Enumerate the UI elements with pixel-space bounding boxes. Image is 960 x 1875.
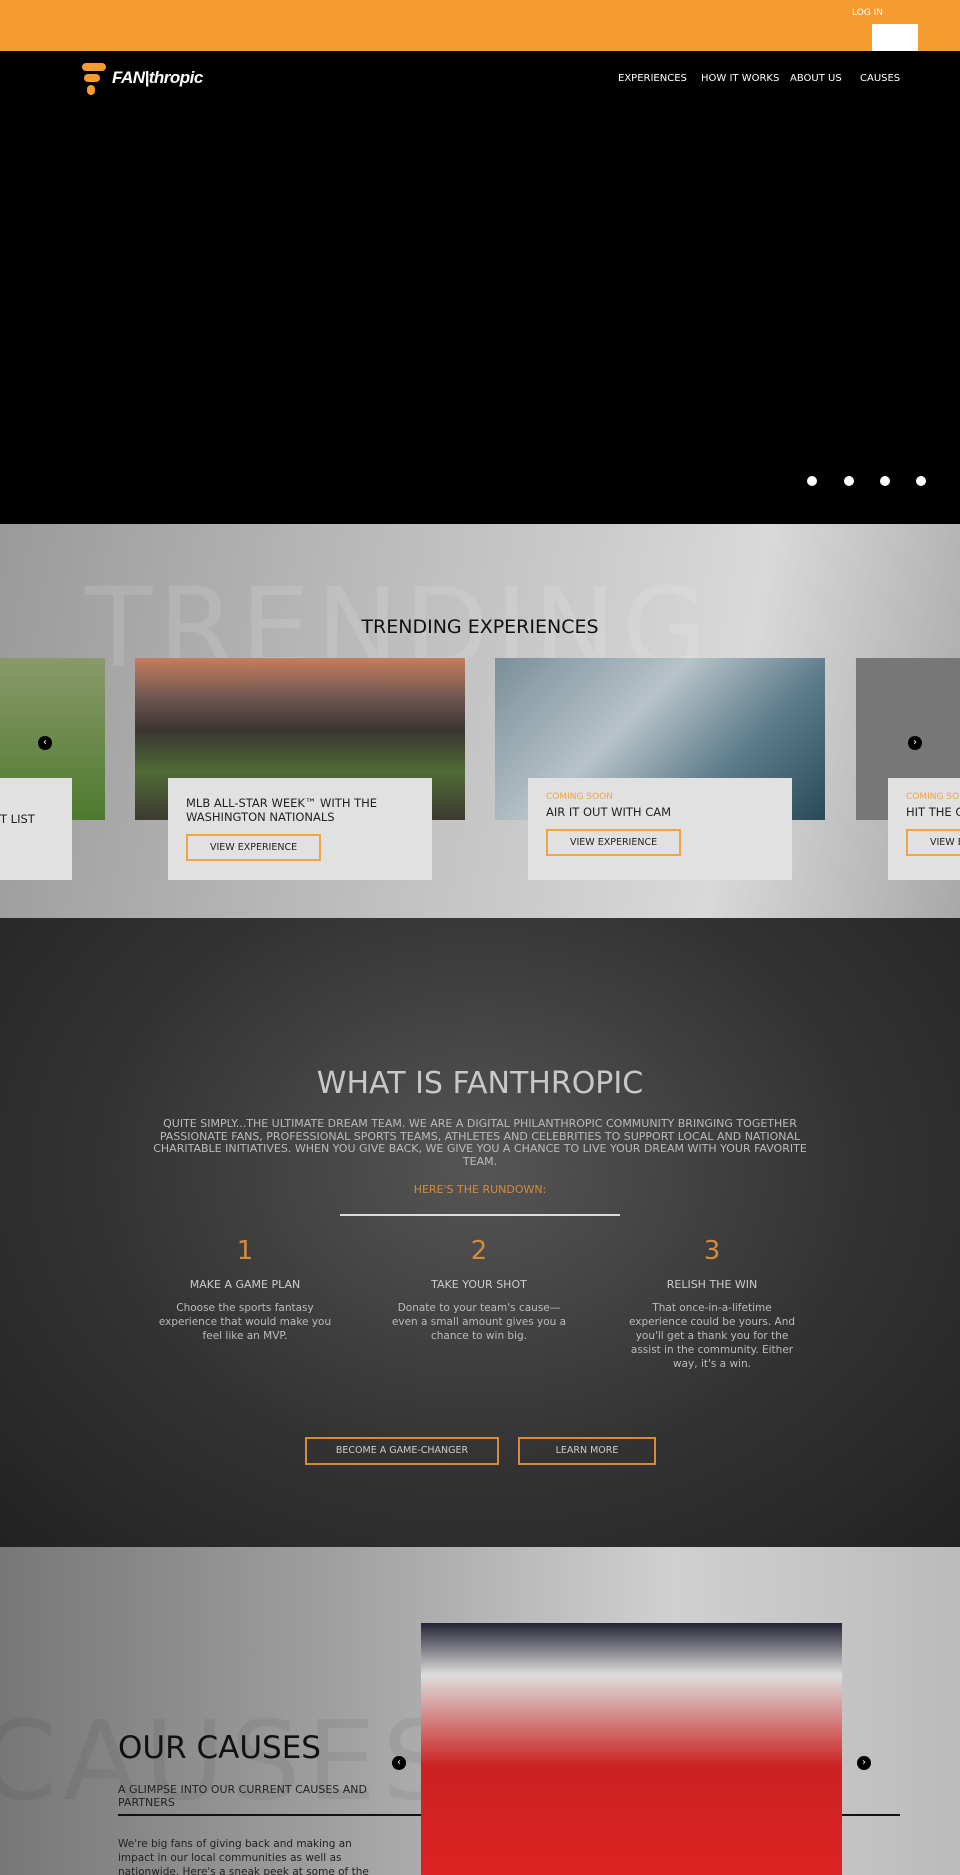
slide-dot[interactable] — [880, 476, 890, 486]
carousel-next-arrow-icon[interactable]: › — [908, 736, 922, 750]
logo[interactable]: FAN|thropic — [82, 63, 203, 95]
slide-dot[interactable] — [844, 476, 854, 486]
causes-prev-arrow-icon[interactable]: ‹ — [392, 1756, 406, 1770]
slide-dot[interactable] — [916, 476, 926, 486]
view-experience-button[interactable]: VIEW EXPERIENCE — [186, 834, 322, 861]
section-subtitle: A GLIMPSE INTO OUR CURRENT CAUSES AND PA… — [118, 1783, 367, 1809]
section-title: OUR CAUSES — [118, 1730, 321, 1766]
step-1: 1 MAKE A GAME PLAN Choose the sports fanta… — [158, 1236, 332, 1342]
experience-card[interactable]: COMING SOON AIR IT OUT WITH CAM VIEW EXP… — [528, 778, 792, 880]
cause-image[interactable] — [421, 1623, 842, 1875]
causes-text: We're big fans of giving back and making… — [118, 1838, 369, 1875]
trending-section: TRENDING TRENDING EXPERIENCES T LIST MLB… — [0, 524, 960, 918]
what-is-section: WHAT IS FANTHROPIC QUITE SIMPLY...THE UL… — [0, 918, 960, 1547]
become-game-changer-button[interactable]: BECOME A GAME-CHANGER — [305, 1437, 499, 1465]
nav-causes[interactable]: CAUSES — [860, 73, 900, 84]
rundown-label: HERE'S THE RUNDOWN: — [413, 1183, 547, 1196]
hero — [0, 51, 960, 524]
view-experience-button[interactable]: VIEW EXPERIENCE — [546, 829, 682, 856]
nav-how-it-works[interactable]: HOW IT WORKS — [701, 73, 779, 84]
intro-text: QUITE SIMPLY...THE ULTIMATE DREAM TEAM. … — [153, 1117, 807, 1168]
nav-experiences[interactable]: EXPERIENCES — [618, 73, 687, 84]
slide-dot[interactable] — [807, 476, 817, 486]
step-2: 2 TAKE YOUR SHOT Donate to your team's cau… — [391, 1236, 567, 1342]
logo-text: FAN|thropic — [112, 68, 203, 87]
login-link[interactable]: LOG IN — [852, 8, 883, 18]
login-box[interactable] — [872, 24, 918, 51]
card-title: AIR IT OUT WITH CAM — [546, 805, 672, 819]
section-title: WHAT IS FANTHROPIC — [316, 1066, 644, 1101]
carousel-prev-arrow-icon[interactable]: ‹ — [38, 736, 52, 750]
logo-mark-icon — [82, 63, 106, 71]
experience-card[interactable]: MLB ALL-STAR WEEK™ WITH THE WASHINGTON N… — [168, 778, 432, 880]
divider — [340, 1214, 620, 1216]
causes-next-arrow-icon[interactable]: › — [857, 1756, 871, 1770]
top-bar: LOG IN — [0, 0, 960, 51]
causes-section: CAUSES OUR CAUSES A GLIMPSE INTO OUR CUR… — [0, 1547, 960, 1875]
experience-card[interactable]: COMING SO HIT THE C VIEW E — [888, 778, 960, 880]
nav-about-us[interactable]: ABOUT US — [790, 73, 842, 84]
experience-card[interactable]: T LIST — [0, 778, 72, 880]
status-badge: COMING SOON — [546, 792, 613, 802]
step-3: 3 RELISH THE WIN That once-in-a-lifetime e… — [628, 1236, 796, 1370]
section-title: TRENDING EXPERIENCES — [361, 616, 599, 638]
card-title: MLB ALL-STAR WEEK™ WITH THE WASHINGTON N… — [186, 796, 378, 824]
learn-more-button[interactable]: LEARN MORE — [518, 1437, 656, 1465]
